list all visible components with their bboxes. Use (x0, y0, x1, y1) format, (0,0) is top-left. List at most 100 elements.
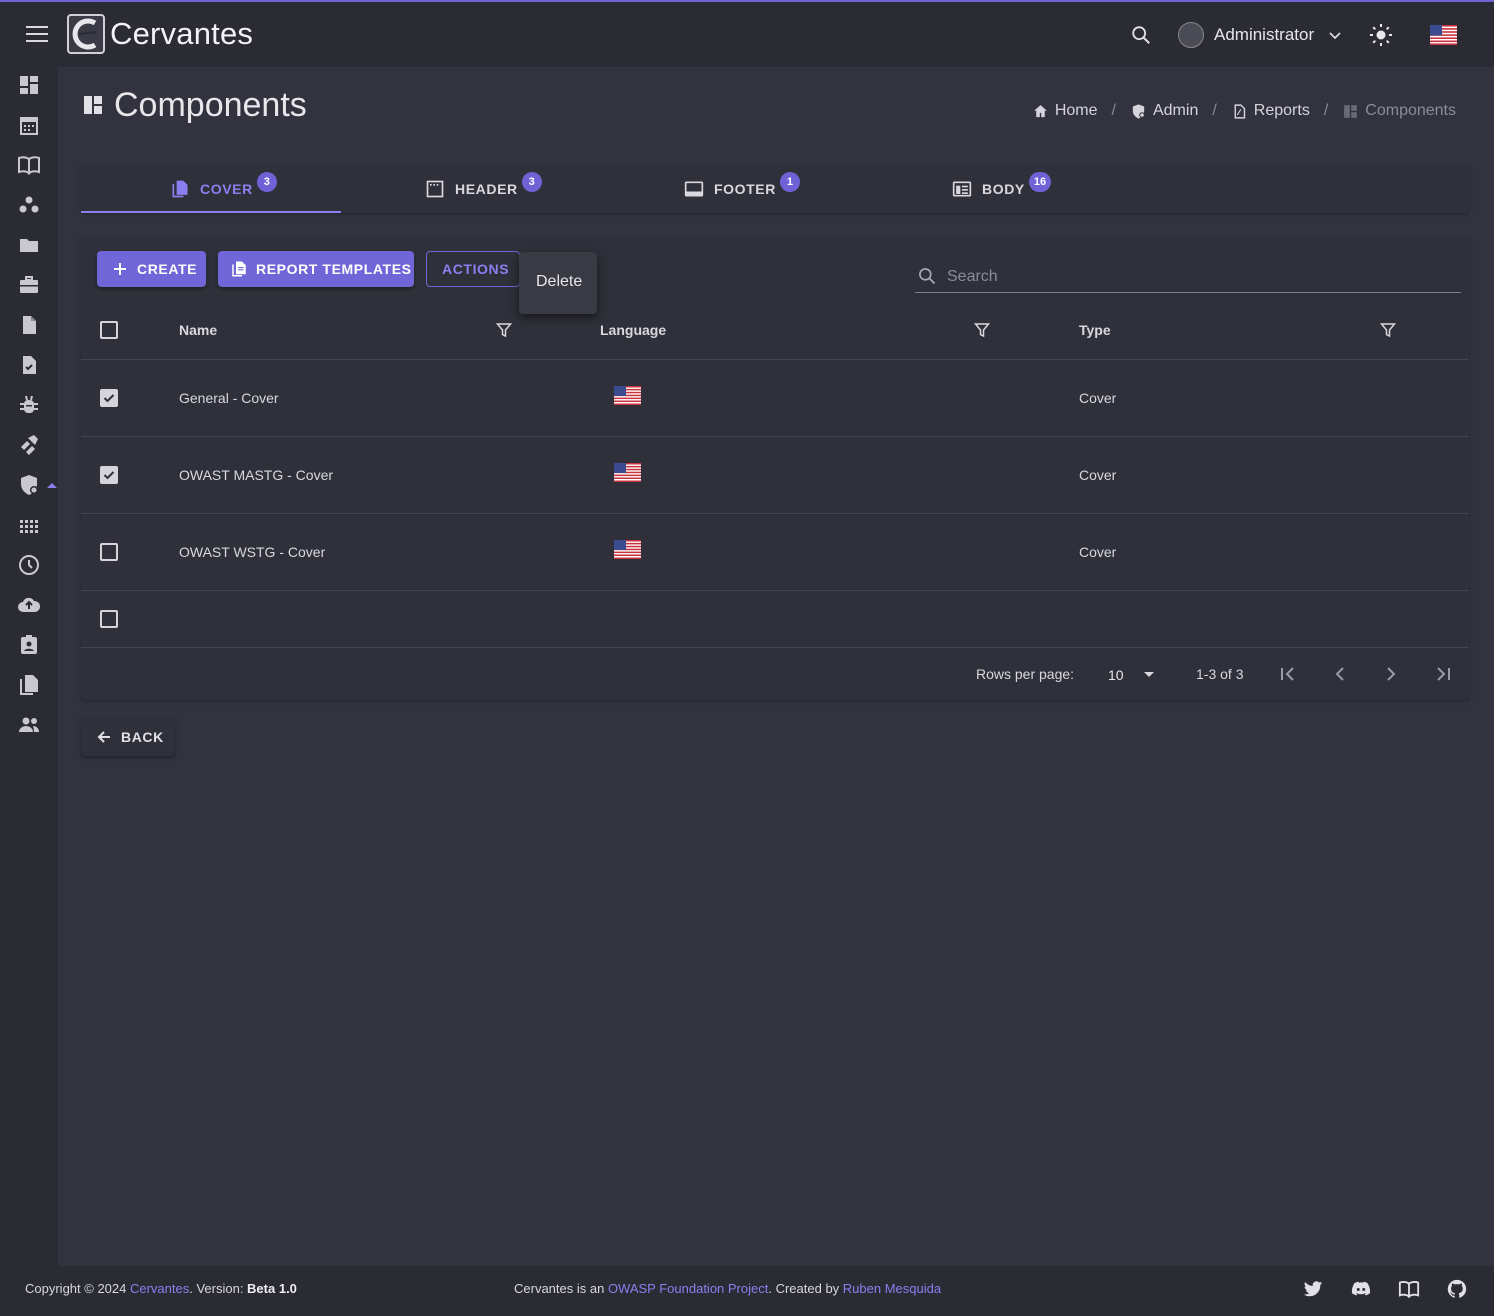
discord-icon[interactable] (1350, 1278, 1372, 1300)
footer: Copyright © 2024 Cervantes. Version: Bet… (0, 1266, 1494, 1316)
search-field (915, 263, 1461, 293)
users-icon[interactable] (17, 713, 41, 737)
cervantes-link[interactable]: Cervantes (130, 1281, 189, 1296)
cervantes-logo (67, 14, 105, 54)
column-header-type[interactable]: Type (1079, 322, 1111, 338)
chevron-down-icon[interactable] (1328, 28, 1342, 42)
tab-body[interactable]: BODY 16 (952, 165, 1052, 213)
previous-page-icon[interactable] (1329, 663, 1351, 685)
tab-footer[interactable]: FOOTER 1 (684, 165, 800, 213)
table-row-name[interactable]: General - Cover (179, 390, 279, 406)
filter-icon[interactable] (1380, 322, 1396, 338)
breadcrumb-components: Components (1342, 102, 1456, 120)
breadcrumb-reports[interactable]: Reports (1231, 102, 1310, 120)
create-button[interactable]: CREATE (97, 251, 206, 287)
body-layout-icon (952, 181, 972, 197)
table-row-name[interactable]: OWAST MASTG - Cover (179, 467, 333, 483)
user-avatar[interactable] (1178, 22, 1204, 48)
github-icon[interactable] (1446, 1278, 1468, 1300)
copy-documents-icon (232, 261, 246, 277)
caret-down-icon[interactable] (1144, 672, 1154, 677)
book-icon[interactable] (17, 153, 41, 177)
filter-icon[interactable] (496, 322, 512, 338)
table-row-type: Cover (1079, 390, 1117, 406)
us-flag-icon (614, 386, 641, 405)
active-tab-indicator (81, 211, 341, 213)
app-title: Cervantes (110, 16, 254, 51)
breadcrumb-home[interactable]: Home (1032, 102, 1098, 120)
apps-grid-icon[interactable] (17, 513, 41, 537)
organization-icon[interactable] (17, 193, 41, 217)
rows-per-page-select[interactable]: 10 (1108, 667, 1124, 683)
user-name[interactable]: Administrator (1214, 25, 1314, 45)
table-row-name[interactable]: OWAST WSTG - Cover (179, 544, 325, 560)
folder-icon[interactable] (17, 233, 41, 257)
clock-icon[interactable] (17, 553, 41, 577)
author-link[interactable]: Ruben Mesquida (843, 1281, 941, 1296)
row-checkbox[interactable] (100, 543, 118, 561)
pagination-range: 1-3 of 3 (1196, 666, 1244, 682)
footer-project-info: Cervantes is an OWASP Foundation Project… (514, 1281, 942, 1296)
select-all-checkbox[interactable] (100, 321, 118, 339)
last-page-icon[interactable] (1432, 663, 1454, 685)
tab-badge: 3 (256, 172, 277, 192)
theme-toggle-sun-icon[interactable] (1369, 23, 1393, 47)
arrow-left-icon (97, 731, 110, 743)
calendar-icon[interactable] (17, 113, 41, 137)
us-flag-icon (614, 463, 641, 482)
search-icon (919, 268, 936, 285)
tab-badge: 16 (1028, 172, 1052, 192)
tab-cover[interactable]: COVER 3 (170, 165, 277, 213)
contact-badge-icon[interactable] (17, 633, 41, 657)
components-icon (84, 96, 102, 114)
first-page-icon[interactable] (1277, 663, 1299, 685)
table-row-type: Cover (1079, 467, 1117, 483)
vulnerabilities-icon[interactable] (17, 433, 41, 457)
plus-icon (114, 263, 126, 275)
us-flag-icon (614, 540, 641, 559)
row-checkbox[interactable] (100, 389, 118, 407)
docs-book-icon[interactable] (1398, 1278, 1420, 1300)
dashboard-icon[interactable] (17, 73, 41, 97)
bug-icon[interactable] (17, 393, 41, 417)
cloud-upload-icon[interactable] (17, 593, 41, 617)
actions-button[interactable]: ACTIONS (426, 251, 520, 287)
copy-documents-icon[interactable] (17, 673, 41, 697)
tab-badge: 1 (779, 172, 800, 192)
briefcase-icon[interactable] (17, 273, 41, 297)
menu-icon[interactable] (26, 26, 48, 42)
tab-badge: 3 (521, 172, 542, 192)
components-icon (1344, 104, 1358, 118)
row-checkbox[interactable] (100, 610, 118, 628)
search-icon[interactable] (1130, 24, 1152, 46)
us-flag-icon[interactable] (1430, 25, 1457, 45)
top-app-bar: Cervantes Administrator (0, 0, 1494, 67)
home-icon (1033, 104, 1047, 117)
twitter-icon[interactable] (1302, 1278, 1324, 1300)
breadcrumb-admin[interactable]: Admin (1130, 102, 1198, 120)
sidebar-nav (0, 67, 58, 1266)
tab-header[interactable]: HEADER 3 (425, 165, 542, 213)
component-tabs: COVER 3 HEADER 3 FOOTER 1 BODY 16 (81, 165, 1469, 213)
owasp-link[interactable]: OWASP Foundation Project (608, 1281, 768, 1296)
version-text: Beta 1.0 (247, 1281, 297, 1296)
admin-shield-icon[interactable] (17, 473, 41, 497)
task-document-icon[interactable] (17, 353, 41, 377)
menu-item-delete[interactable]: Delete (536, 273, 582, 291)
report-templates-button[interactable]: REPORT TEMPLATES (218, 251, 414, 287)
active-section-indicator (47, 483, 57, 488)
row-checkbox[interactable] (100, 466, 118, 484)
pdf-document-icon (1234, 103, 1245, 119)
column-header-name[interactable]: Name (179, 322, 217, 338)
rows-per-page-label: Rows per page: (976, 666, 1075, 682)
filter-icon[interactable] (974, 322, 990, 338)
back-button[interactable]: BACK (81, 718, 175, 756)
actions-menu: Delete (519, 252, 597, 314)
next-page-icon[interactable] (1380, 663, 1402, 685)
column-header-language[interactable]: Language (600, 322, 666, 338)
document-icon[interactable] (17, 313, 41, 337)
breadcrumb: Home / Admin / Reports / Components (1032, 102, 1456, 120)
page-title: Components (114, 86, 307, 124)
search-input[interactable] (947, 263, 1447, 291)
header-layout-icon (426, 180, 444, 198)
